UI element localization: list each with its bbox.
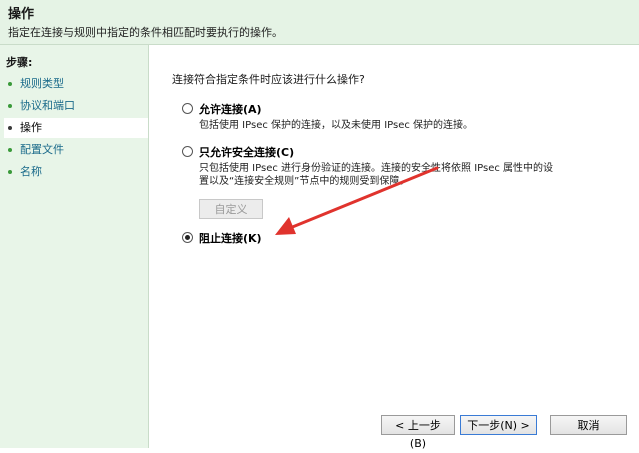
allow-connection-description: 包括使用 IPsec 保护的连接，以及未使用 IPsec 保护的连接。	[199, 120, 474, 131]
bullet-icon	[8, 104, 12, 108]
page-description: 指定在连接与规则中指定的条件相匹配时要执行的操作。	[8, 26, 283, 39]
page-title: 操作	[8, 7, 35, 22]
steps-title: 步骤:	[6, 56, 33, 69]
allow-connection-radio[interactable]	[182, 103, 193, 114]
allow-secure-connection-radio[interactable]	[182, 146, 193, 157]
sidebar-item-label: 规则类型	[20, 77, 64, 90]
customize-button[interactable]: 自定义	[199, 199, 263, 219]
sidebar-item-rule-type[interactable]: 规则类型	[8, 74, 147, 94]
next-button[interactable]: 下一步(N) >	[460, 415, 537, 435]
main-content: 连接符合指定条件时应该进行什么操作? 允许连接(A) 包括使用 IPsec 保护…	[149, 45, 639, 450]
steps-sidebar: 步骤: 规则类型 协议和端口 操作 配置文件 名称	[0, 45, 149, 448]
allow-connection-label[interactable]: 允许连接(A)	[199, 101, 262, 117]
bullet-icon	[8, 126, 12, 130]
sidebar-item-label: 名称	[20, 165, 42, 178]
allow-secure-connection-label[interactable]: 只允许安全连接(C)	[199, 144, 294, 160]
sidebar-item-label: 操作	[20, 121, 42, 134]
sidebar-item-profile[interactable]: 配置文件	[8, 140, 147, 160]
question-text: 连接符合指定条件时应该进行什么操作?	[172, 73, 365, 86]
wizard-header: 操作 指定在连接与规则中指定的条件相匹配时要执行的操作。	[0, 0, 639, 45]
bullet-icon	[8, 170, 12, 174]
sidebar-item-label: 协议和端口	[20, 99, 75, 112]
bullet-icon	[8, 82, 12, 86]
back-button[interactable]: < 上一步(B)	[381, 415, 455, 450]
sidebar-item-name[interactable]: 名称	[8, 162, 147, 182]
sidebar-item-action[interactable]: 操作	[4, 118, 148, 138]
block-connection-radio[interactable]	[182, 232, 193, 243]
bullet-icon	[8, 148, 12, 152]
allow-secure-connection-description-line1: 只包括使用 IPsec 进行身份验证的连接。连接的安全性将依照 IPsec 属性…	[199, 163, 554, 174]
sidebar-item-protocol-ports[interactable]: 协议和端口	[8, 96, 147, 116]
cancel-button[interactable]: 取消	[550, 415, 627, 435]
allow-secure-connection-description-line2: 置以及“连接安全规则”节点中的规则受到保障。	[199, 176, 410, 187]
sidebar-item-label: 配置文件	[20, 143, 64, 156]
block-connection-label[interactable]: 阻止连接(K)	[199, 230, 262, 246]
